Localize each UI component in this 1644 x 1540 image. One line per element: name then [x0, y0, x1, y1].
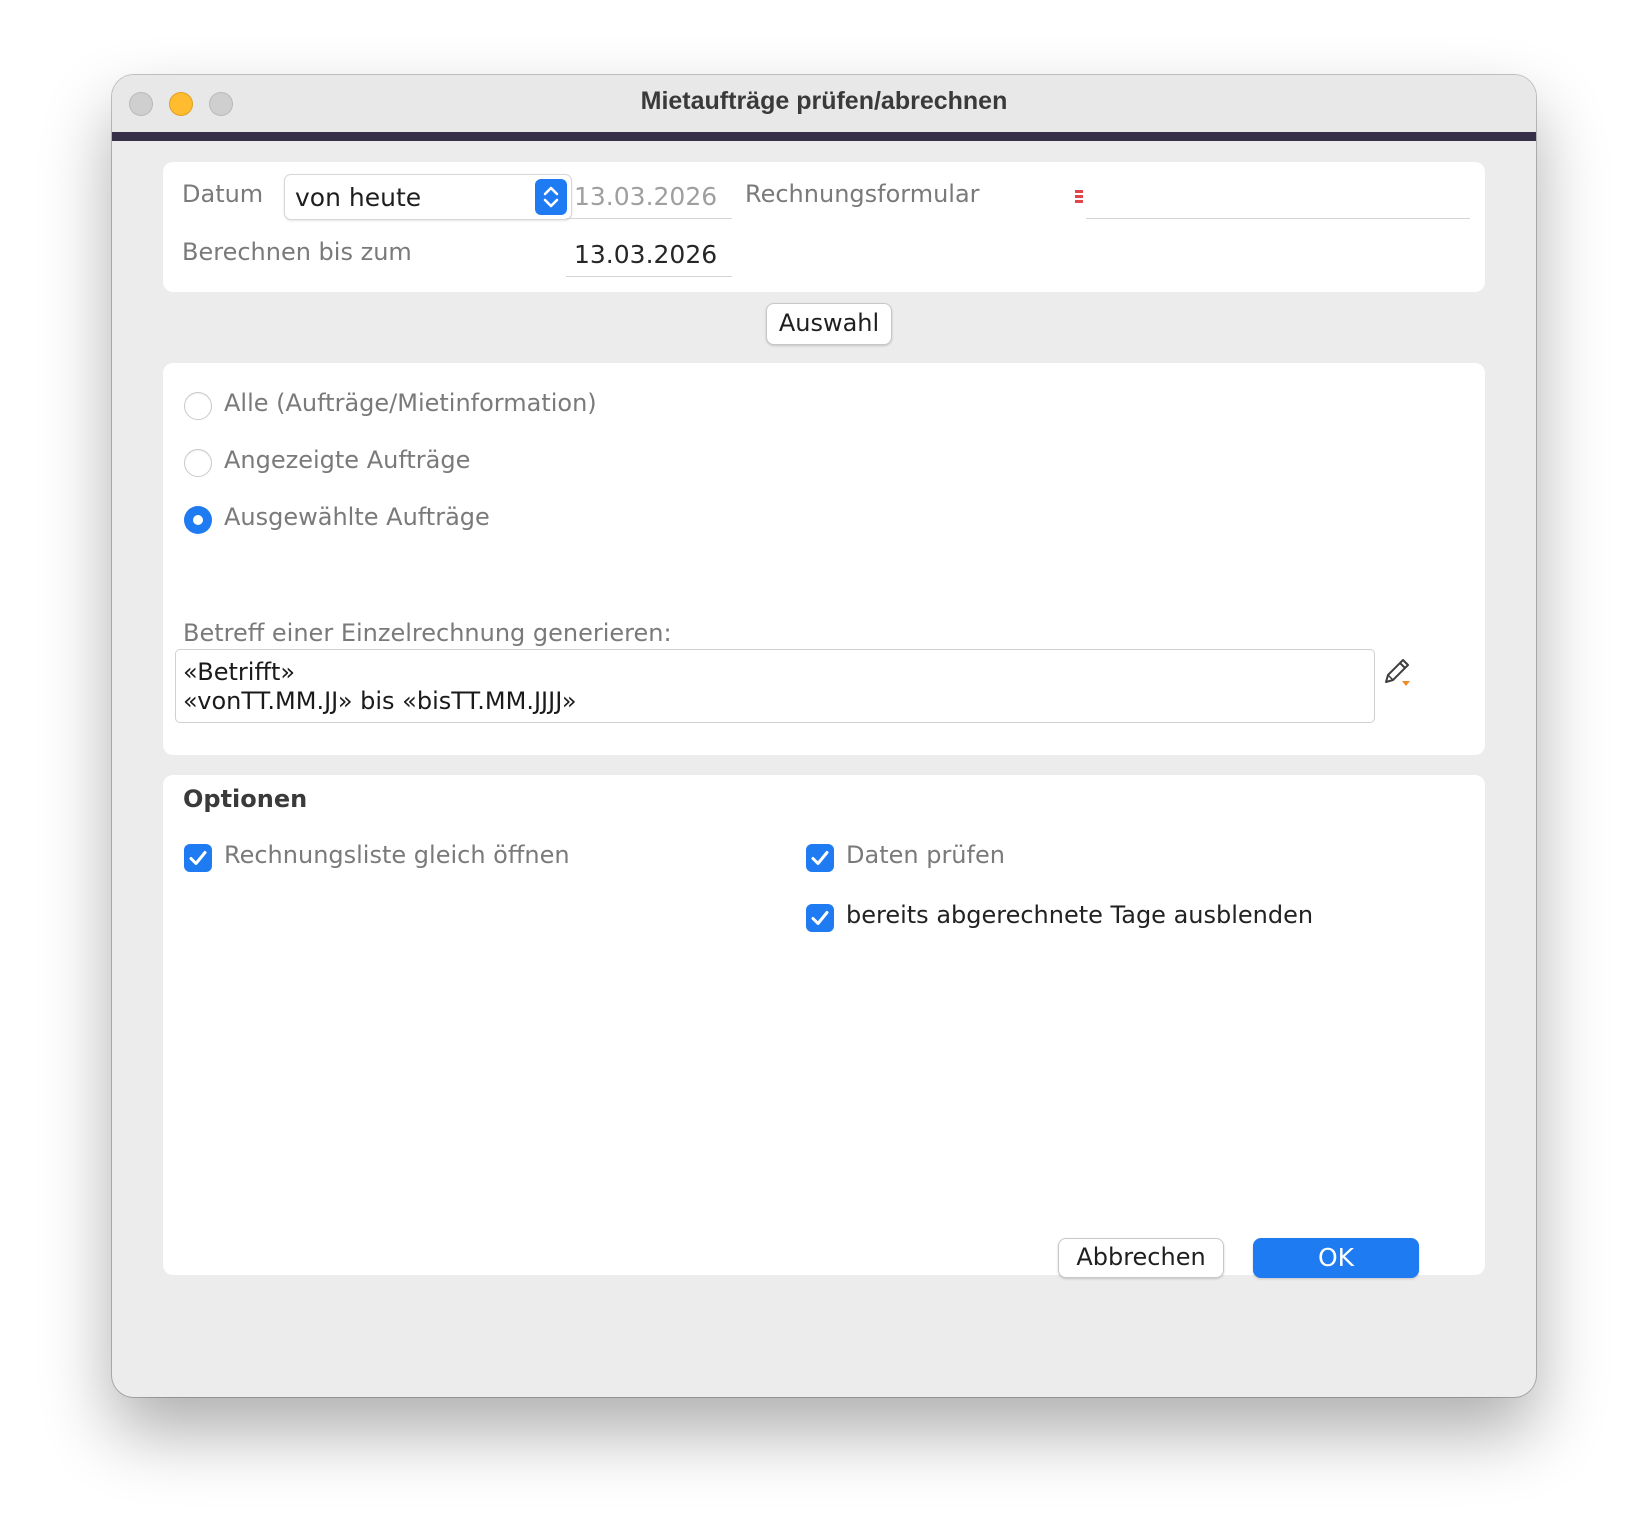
dialog-window: Mietaufträge prüfen/abrechnen Datum von …: [112, 75, 1536, 1397]
title-bar-stripe: [112, 132, 1536, 141]
datum-select[interactable]: von heute: [284, 174, 572, 220]
checkbox-label: Daten prüfen: [846, 841, 1005, 869]
radio-button[interactable]: [184, 392, 212, 420]
checkmark-icon[interactable]: [806, 844, 834, 872]
berechnen-date-field[interactable]: 13.03.2026: [566, 234, 732, 277]
subject-label: Betreff einer Einzelrechnung generieren:: [183, 619, 672, 647]
cancel-button[interactable]: Abbrechen: [1058, 1238, 1224, 1278]
radio-label: Ausgewählte Aufträge: [224, 503, 490, 531]
radio-label: Alle (Aufträge/Mietinformation): [224, 389, 597, 417]
datum-label: Datum: [182, 180, 264, 208]
datum-date-value: 13.03.2026: [574, 182, 718, 211]
checkbox-label: bereits abgerechnete Tage ausblenden: [846, 901, 1314, 929]
checkmark-icon[interactable]: [806, 904, 834, 932]
datum-select-value: von heute: [295, 183, 422, 212]
up-down-arrows-icon: [535, 179, 567, 215]
checkbox-label: Rechnungsliste gleich öffnen: [224, 841, 570, 869]
radio-button-selected[interactable]: [184, 506, 212, 534]
options-title: Optionen: [183, 785, 308, 813]
options-panel: Optionen Rechnungsliste gleich öffnen Da…: [163, 775, 1485, 1275]
subject-textarea[interactable]: «Betrifft» «vonTT.MM.JJ» bis «bisTT.MM.J…: [175, 649, 1375, 723]
required-marker-icon: [1075, 190, 1083, 204]
title-bar: Mietaufträge prüfen/abrechnen: [112, 75, 1536, 132]
datum-date-field: 13.03.2026: [566, 176, 732, 219]
date-settings-panel: Datum von heute 13.03.2026 Rechnungsform…: [163, 162, 1485, 292]
berechnen-label: Berechnen bis zum: [182, 238, 412, 266]
selection-panel: Alle (Aufträge/Mietinformation) Angezeig…: [163, 363, 1485, 755]
window-title: Mietaufträge prüfen/abrechnen: [640, 87, 1008, 115]
rechnungsformular-field[interactable]: [1086, 174, 1470, 219]
checkmark-icon[interactable]: [184, 844, 212, 872]
berechnen-date-value: 13.03.2026: [574, 240, 718, 269]
radio-label: Angezeigte Aufträge: [224, 446, 471, 474]
pencil-edit-icon[interactable]: [1381, 655, 1415, 689]
auswahl-button[interactable]: Auswahl: [766, 303, 892, 345]
ok-button[interactable]: OK: [1253, 1238, 1419, 1278]
rechnungsformular-label: Rechnungsformular: [745, 180, 980, 208]
radio-button[interactable]: [184, 449, 212, 477]
